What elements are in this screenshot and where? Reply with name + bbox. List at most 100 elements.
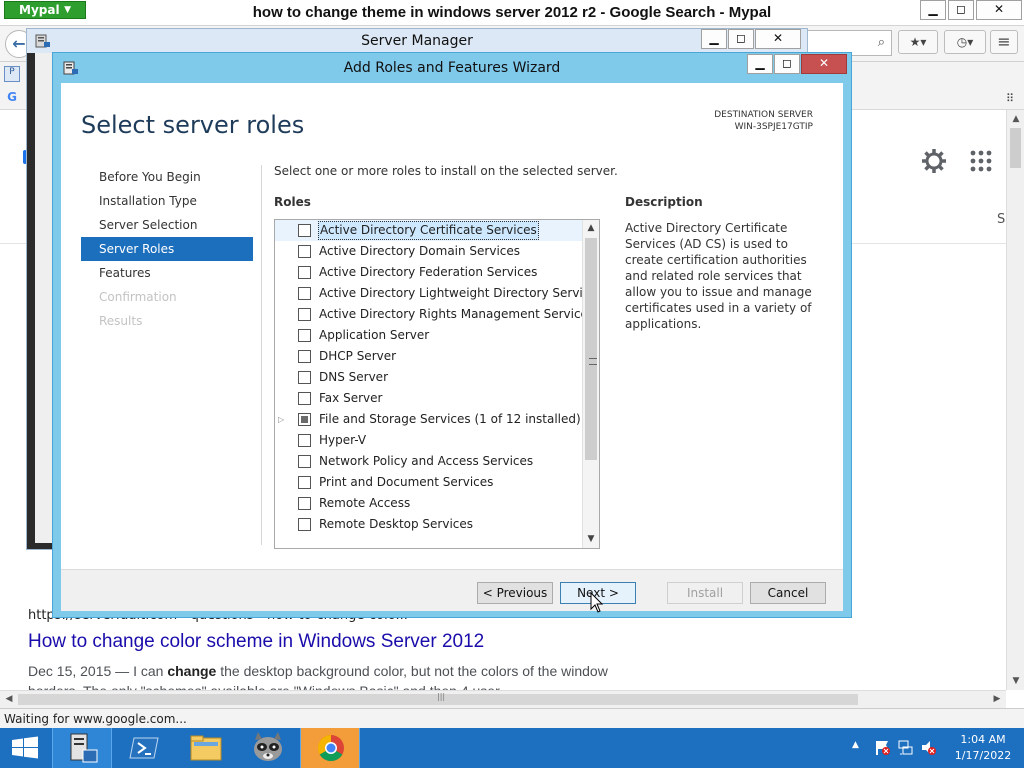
- apps-grid-icon[interactable]: [970, 150, 992, 172]
- role-checkbox[interactable]: [298, 392, 311, 405]
- role-row[interactable]: DHCP Server: [275, 346, 599, 367]
- taskbar-powershell[interactable]: [114, 728, 174, 768]
- role-row[interactable]: DNS Server: [275, 367, 599, 388]
- taskbar-file-explorer[interactable]: [176, 728, 236, 768]
- volume-muted-icon[interactable]: [920, 739, 937, 756]
- role-label[interactable]: DNS Server: [318, 367, 389, 388]
- role-checkbox[interactable]: [298, 434, 311, 447]
- wizard-titlebar[interactable]: Add Roles and Features Wizard ▁ ◻ ✕: [53, 53, 851, 81]
- role-checkbox[interactable]: [298, 371, 311, 384]
- expand-arrow-icon[interactable]: ▷: [278, 409, 288, 430]
- role-row[interactable]: Application Server: [275, 325, 599, 346]
- wizard-step-server-selection[interactable]: Server Selection: [81, 213, 253, 237]
- scroll-up-arrow-icon[interactable]: ▲: [583, 220, 599, 237]
- main-menu-button[interactable]: ≡: [990, 30, 1018, 54]
- role-row[interactable]: Print and Document Services: [275, 472, 599, 493]
- role-label[interactable]: Remote Desktop Services: [318, 514, 474, 535]
- scroll-down-arrow-icon[interactable]: ▼: [583, 531, 599, 548]
- role-checkbox[interactable]: [298, 245, 311, 258]
- scroll-left-arrow-icon[interactable]: ◀: [0, 691, 18, 709]
- role-checkbox[interactable]: [298, 455, 311, 468]
- windows-start-icon[interactable]: [0, 728, 50, 768]
- taskbar-server-manager[interactable]: [52, 728, 112, 768]
- result-title-link[interactable]: How to change color scheme in Windows Se…: [28, 631, 484, 653]
- maximize-button[interactable]: ◻: [948, 0, 974, 20]
- clock-date[interactable]: 1/17/2022: [952, 749, 1014, 762]
- role-row[interactable]: Active Directory Rights Management Servi…: [275, 304, 599, 325]
- roles-list[interactable]: Active Directory Certificate Services Act…: [274, 219, 600, 549]
- role-checkbox[interactable]: [298, 497, 311, 510]
- role-label[interactable]: Active Directory Lightweight Directory S…: [318, 283, 599, 304]
- role-label[interactable]: File and Storage Services (1 of 12 insta…: [318, 409, 582, 430]
- role-row[interactable]: Network Policy and Access Services: [275, 451, 599, 472]
- role-checkbox[interactable]: [298, 329, 311, 342]
- gear-icon[interactable]: [921, 148, 947, 174]
- show-hidden-icons-icon[interactable]: ▲: [852, 740, 859, 750]
- history-button[interactable]: ◷▾: [944, 30, 986, 54]
- role-checkbox[interactable]: [298, 224, 311, 237]
- role-label[interactable]: Active Directory Domain Services: [318, 241, 521, 262]
- bookmarks-button[interactable]: ★▾: [898, 30, 938, 54]
- role-label[interactable]: Remote Access: [318, 493, 411, 514]
- role-row[interactable]: Active Directory Lightweight Directory S…: [275, 283, 599, 304]
- role-checkbox[interactable]: [298, 266, 311, 279]
- role-row[interactable]: Fax Server: [275, 388, 599, 409]
- maximize-button[interactable]: ◻: [728, 29, 754, 49]
- minimize-button[interactable]: ▁: [747, 54, 773, 74]
- vertical-scrollbar[interactable]: ▲ ▼: [1006, 110, 1024, 690]
- wizard-step-features[interactable]: Features: [81, 261, 253, 285]
- close-button[interactable]: ✕: [755, 29, 801, 49]
- role-label[interactable]: Print and Document Services: [318, 472, 494, 493]
- role-checkbox[interactable]: [298, 413, 311, 426]
- role-checkbox[interactable]: [298, 350, 311, 363]
- role-label[interactable]: Network Policy and Access Services: [318, 451, 534, 472]
- role-label[interactable]: Application Server: [318, 325, 430, 346]
- role-row[interactable]: Active Directory Federation Services: [275, 262, 599, 283]
- horizontal-scrollbar[interactable]: ◀ ||| ▶: [0, 690, 1006, 708]
- taskbar-mypal[interactable]: [238, 728, 298, 768]
- role-checkbox[interactable]: [298, 287, 311, 300]
- role-row[interactable]: Hyper-V: [275, 430, 599, 451]
- role-row[interactable]: Remote Access: [275, 493, 599, 514]
- minimize-button[interactable]: ▁: [701, 29, 727, 49]
- wizard-step-installation-type[interactable]: Installation Type: [81, 189, 253, 213]
- minimize-button[interactable]: ▁: [920, 0, 946, 20]
- role-row[interactable]: Active Directory Certificate Services: [275, 220, 599, 241]
- install-button[interactable]: Install: [667, 582, 743, 604]
- scrollbar-thumb[interactable]: [1010, 128, 1021, 168]
- role-checkbox[interactable]: [298, 476, 311, 489]
- action-center-flag-icon[interactable]: [874, 739, 891, 756]
- server-manager-titlebar[interactable]: Server Manager ▁ ◻ ✕: [27, 29, 807, 53]
- scrollbar-thumb[interactable]: [585, 238, 597, 460]
- google-favicon[interactable]: G: [4, 90, 20, 106]
- role-row[interactable]: Active Directory Domain Services: [275, 241, 599, 262]
- role-row[interactable]: ▷ File and Storage Services (1 of 12 inst…: [275, 409, 599, 430]
- role-row[interactable]: Remote Desktop Services: [275, 514, 599, 535]
- role-label[interactable]: Fax Server: [318, 388, 383, 409]
- network-icon[interactable]: [897, 739, 914, 756]
- close-button[interactable]: ✕: [801, 54, 847, 74]
- wizard-step-server-roles[interactable]: Server Roles: [81, 237, 253, 261]
- search-icon[interactable]: ⌕: [878, 35, 885, 50]
- role-label[interactable]: Active Directory Rights Management Servi…: [318, 304, 595, 325]
- role-checkbox[interactable]: [298, 308, 311, 321]
- overflow-icon[interactable]: ⠿: [1006, 92, 1014, 105]
- close-button[interactable]: ✕: [976, 0, 1022, 20]
- wizard-step-before-you-begin[interactable]: Before You Begin: [81, 165, 253, 189]
- scroll-right-arrow-icon[interactable]: ▶: [988, 691, 1006, 709]
- role-label[interactable]: DHCP Server: [318, 346, 397, 367]
- previous-button[interactable]: < Previous: [477, 582, 553, 604]
- clock-time[interactable]: 1:04 AM: [952, 733, 1014, 746]
- maximize-button[interactable]: ◻: [774, 54, 800, 74]
- taskbar-chrome[interactable]: [300, 728, 360, 768]
- role-label[interactable]: Active Directory Federation Services: [318, 262, 538, 283]
- roles-scrollbar[interactable]: ▲ ▼: [582, 220, 599, 548]
- role-label[interactable]: Hyper-V: [318, 430, 367, 451]
- scroll-up-arrow-icon[interactable]: ▲: [1007, 110, 1024, 128]
- role-label[interactable]: Active Directory Certificate Services: [318, 221, 539, 240]
- role-checkbox[interactable]: [298, 518, 311, 531]
- snippet-text: — I can: [111, 663, 168, 679]
- scroll-down-arrow-icon[interactable]: ▼: [1007, 672, 1024, 690]
- page-favicon[interactable]: P: [4, 66, 20, 82]
- cancel-button[interactable]: Cancel: [750, 582, 826, 604]
